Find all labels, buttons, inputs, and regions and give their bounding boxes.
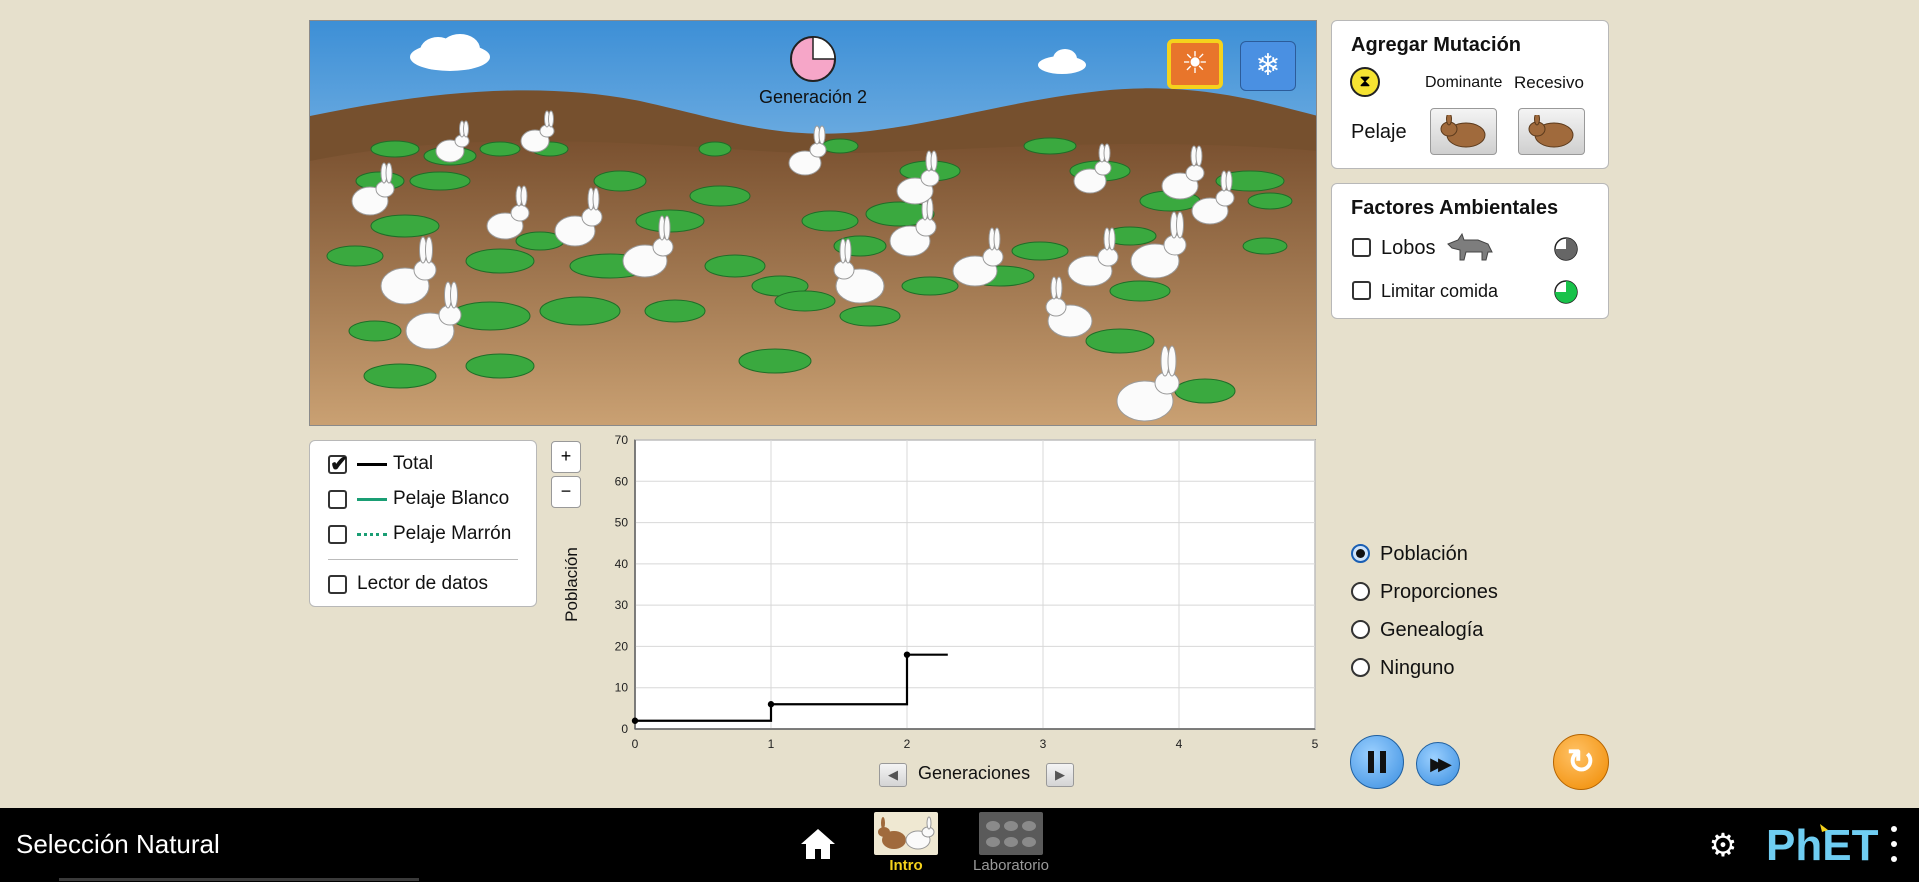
tab-intro-label: Intro bbox=[889, 857, 923, 874]
x-tick-label: 3 bbox=[1040, 737, 1047, 751]
home-button[interactable] bbox=[798, 826, 838, 862]
legend-divider bbox=[328, 559, 518, 560]
y-tick-label: 10 bbox=[615, 681, 629, 695]
reset-icon: ↻ bbox=[1566, 743, 1596, 781]
legend-brown-fur-checkbox[interactable] bbox=[328, 525, 347, 544]
sun-icon: ☀ bbox=[1181, 47, 1209, 80]
arrow-left-icon: ◀ bbox=[888, 767, 898, 782]
environment-panel-title: Factores Ambientales bbox=[1351, 197, 1559, 219]
legend-total-checkbox[interactable]: ✔ bbox=[328, 451, 348, 476]
environment-factors-panel: Factores Ambientales Lobos Limitar comid… bbox=[1331, 183, 1609, 319]
tab-lab-label: Laboratorio bbox=[973, 857, 1049, 874]
graph-legend-panel: ✔ Total Pelaje Blanco Pelaje Marrón Lect… bbox=[309, 440, 537, 607]
radio-none-label[interactable]: Ninguno bbox=[1380, 657, 1455, 680]
x-tick-label: 1 bbox=[768, 737, 775, 751]
more-options-icon[interactable] bbox=[1888, 826, 1900, 862]
previous-generation-button[interactable]: ◀ bbox=[879, 763, 907, 787]
y-axis-label: Población bbox=[562, 547, 581, 622]
limit-food-label[interactable]: Limitar comida bbox=[1381, 281, 1498, 302]
fur-trait-label: Pelaje bbox=[1351, 121, 1407, 143]
environment-arctic-button[interactable]: ❄ bbox=[1240, 41, 1296, 91]
sim-title: Selección Natural bbox=[16, 829, 220, 859]
legend-white-fur-swatch bbox=[357, 498, 387, 501]
pause-icon bbox=[1368, 751, 1386, 773]
data-reader-label[interactable]: Lector de datos bbox=[357, 573, 488, 595]
arrow-right-icon: ▶ bbox=[1055, 767, 1065, 782]
y-tick-label: 40 bbox=[615, 557, 629, 571]
fur-dominant-button[interactable] bbox=[1430, 108, 1497, 155]
mutation-panel: Agregar Mutación ⧗ Dominante Recesivo Pe… bbox=[1331, 20, 1609, 169]
legend-brown-fur-label[interactable]: Pelaje Marrón bbox=[393, 523, 511, 545]
check-icon: ✔ bbox=[330, 451, 349, 476]
limit-food-checkbox[interactable] bbox=[1352, 281, 1371, 300]
radio-proportions-label[interactable]: Proporciones bbox=[1380, 581, 1498, 604]
radio-population-label[interactable]: Población bbox=[1380, 543, 1468, 566]
reset-all-button[interactable]: ↻ bbox=[1553, 734, 1609, 790]
legend-white-fur-checkbox[interactable] bbox=[328, 490, 347, 509]
environment-equator-button[interactable]: ☀ bbox=[1167, 39, 1223, 89]
dominant-label: Dominante bbox=[1425, 74, 1503, 91]
brown-bunny-icon bbox=[1440, 114, 1485, 147]
settings-gear-icon[interactable]: ⚙ bbox=[1706, 828, 1740, 862]
navigation-bar: Selección Natural Intro Laboratorio ⚙ Ph… bbox=[0, 808, 1919, 882]
tab-intro[interactable]: Intro bbox=[874, 812, 938, 878]
next-generation-button[interactable]: ▶ bbox=[1046, 763, 1074, 787]
x-tick-label: 4 bbox=[1176, 737, 1183, 751]
lab-tab-icon bbox=[979, 812, 1043, 855]
legend-total-swatch bbox=[357, 463, 387, 466]
data-point bbox=[631, 717, 639, 724]
legend-total-label[interactable]: Total bbox=[393, 453, 433, 475]
phet-logo[interactable]: PhET bbox=[1764, 820, 1880, 870]
intro-tab-icon bbox=[874, 812, 938, 855]
home-icon bbox=[801, 829, 835, 859]
radio-pedigree-label[interactable]: Genealogía bbox=[1380, 619, 1483, 642]
fur-recessive-button[interactable] bbox=[1518, 108, 1585, 155]
y-tick-label: 70 bbox=[615, 433, 629, 447]
y-tick-label: 30 bbox=[615, 598, 629, 612]
wolves-timer-icon bbox=[1553, 236, 1579, 262]
wolf-icon bbox=[1444, 230, 1496, 264]
phet-logo-mark: PhET bbox=[1766, 821, 1879, 870]
fast-forward-button[interactable]: ▶▶ bbox=[1416, 742, 1460, 786]
y-tick-label: 60 bbox=[615, 474, 629, 488]
radio-none[interactable] bbox=[1351, 658, 1370, 677]
pause-button[interactable] bbox=[1350, 735, 1404, 789]
recessive-label: Recesivo bbox=[1514, 73, 1584, 92]
y-tick-label: 20 bbox=[615, 639, 629, 653]
mutation-hourglass-icon: ⧗ bbox=[1350, 67, 1380, 97]
x-tick-label: 0 bbox=[632, 737, 639, 751]
legend-white-fur-label[interactable]: Pelaje Blanco bbox=[393, 488, 509, 510]
mutation-panel-title: Agregar Mutación bbox=[1351, 34, 1522, 56]
legend-brown-fur-swatch bbox=[357, 533, 387, 536]
data-point bbox=[903, 651, 911, 658]
radio-proportions[interactable] bbox=[1351, 582, 1370, 601]
data-point bbox=[767, 701, 775, 708]
population-chart: 0 1 2 3 4 5010203040506070Población bbox=[562, 433, 1319, 751]
data-reader-checkbox[interactable] bbox=[328, 575, 347, 594]
wolves-checkbox[interactable] bbox=[1352, 238, 1371, 257]
wolves-label[interactable]: Lobos bbox=[1381, 237, 1436, 260]
x-tick-label: 2 bbox=[904, 737, 911, 751]
snowflake-icon: ❄ bbox=[1255, 49, 1281, 82]
radio-population[interactable] bbox=[1351, 544, 1370, 563]
plot-area bbox=[634, 439, 1316, 730]
loading-strip bbox=[59, 878, 419, 881]
brown-bunny-icon bbox=[1528, 114, 1573, 147]
generation-label: Generación 2 bbox=[758, 87, 868, 107]
fast-forward-icon: ▶▶ bbox=[1430, 753, 1452, 774]
tab-lab[interactable]: Laboratorio bbox=[966, 812, 1056, 878]
x-tick-label: 5 bbox=[1312, 737, 1319, 751]
generation-clock-icon bbox=[789, 35, 837, 83]
y-tick-label: 0 bbox=[621, 722, 628, 736]
food-timer-icon bbox=[1553, 279, 1579, 305]
radio-pedigree[interactable] bbox=[1351, 620, 1370, 639]
y-tick-label: 50 bbox=[615, 516, 629, 530]
x-axis-label: Generaciones bbox=[918, 763, 1031, 783]
